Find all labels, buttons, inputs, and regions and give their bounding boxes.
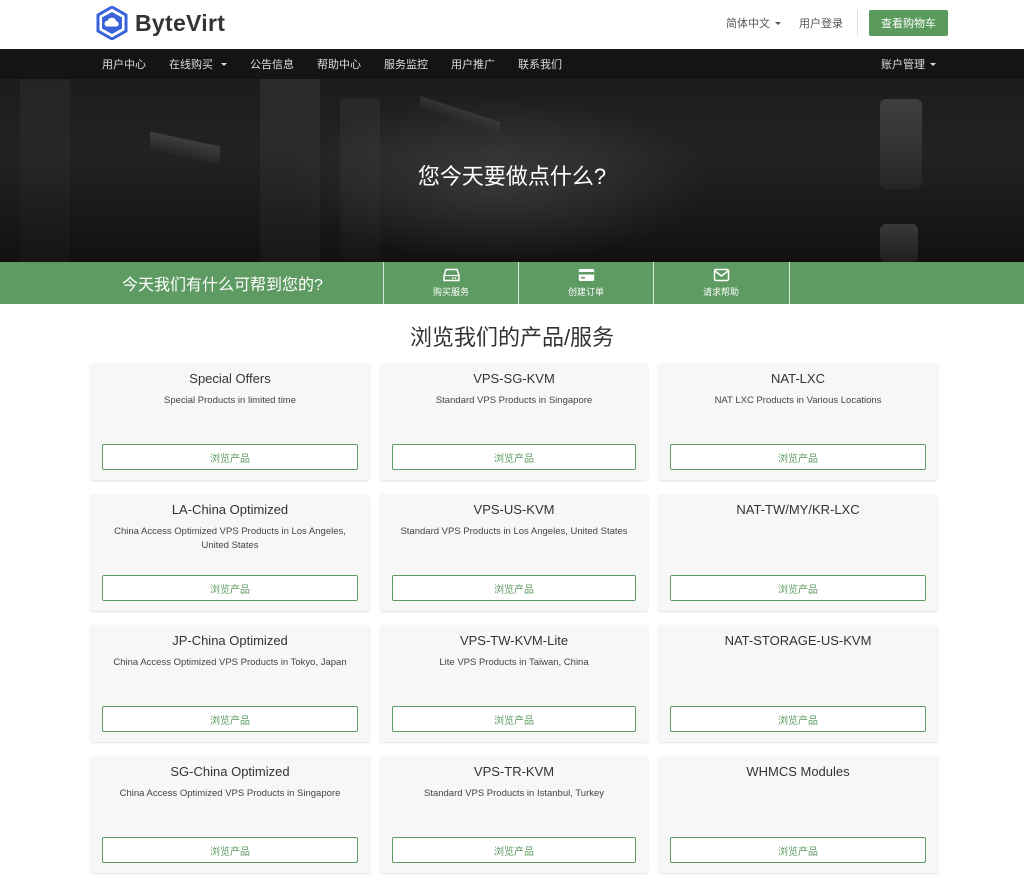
browse-products-button[interactable]: 浏览产品 — [102, 575, 358, 601]
product-title: VPS-TW-KVM-Lite — [459, 633, 569, 648]
browse-products-button[interactable]: 浏览产品 — [392, 444, 636, 470]
hero-banner: 您今天要做点什么? — [0, 79, 1024, 262]
product-card: JP-China Optimized China Access Optimized… — [90, 625, 370, 742]
product-title: LA-China Optimized — [171, 502, 289, 517]
nav-items: 用户中心 在线购买 公告信息 帮助中心 服务监控 用户推广 联系我们 — [102, 49, 585, 79]
product-title: JP-China Optimized — [172, 633, 288, 648]
browse-products-button[interactable]: 浏览产品 — [670, 837, 926, 863]
caret-down-icon — [930, 62, 936, 66]
top-header: ByteVirt 简体中文 用户登录 查看购物车 — [0, 0, 1024, 49]
product-description: China Access Optimized VPS Products in L… — [114, 526, 346, 551]
hero-decoration — [880, 224, 918, 262]
help-bar: 今天我们有什么可帮到您的? 购买服务 创建订单 请求帮助 — [0, 262, 1024, 304]
product-title: Special Offers — [189, 371, 271, 386]
product-title: NAT-TW/MY/KR-LXC — [736, 502, 860, 517]
product-description: China Access Optimized VPS Products in T… — [113, 657, 347, 668]
logo-hexagon-icon — [96, 6, 128, 40]
view-cart-button[interactable]: 查看购物车 — [869, 10, 948, 36]
product-card: NAT-TW/MY/KR-LXC 浏览产品 — [658, 494, 938, 611]
nav-item-label: 帮助中心 — [317, 59, 361, 71]
nav-item[interactable]: 帮助中心 — [317, 56, 361, 72]
product-card: LA-China Optimized China Access Optimized… — [90, 494, 370, 611]
nav-item[interactable]: 公告信息 — [250, 56, 294, 72]
product-description: Special Products in limited time — [164, 395, 296, 406]
product-description: Standard VPS Products in Los Angeles, Un… — [400, 526, 628, 537]
top-links: 简体中文 用户登录 查看购物车 — [708, 10, 948, 36]
divider — [857, 10, 858, 36]
buy-service-button[interactable]: 购买服务 — [383, 262, 518, 304]
help-bar-text: 今天我们有什么可帮到您的? — [122, 277, 323, 294]
browse-products-button[interactable]: 浏览产品 — [670, 706, 926, 732]
product-card: VPS-TR-KVM Standard VPS Products in Istan… — [380, 756, 648, 873]
credit-card-icon — [578, 269, 594, 281]
request-help-button[interactable]: 请求帮助 — [653, 262, 788, 304]
browse-products-button[interactable]: 浏览产品 — [670, 575, 926, 601]
nav-item[interactable]: 联系我们 — [518, 56, 562, 72]
account-menu-label: 账户管理 — [881, 59, 925, 71]
request-help-label: 请求帮助 — [702, 287, 739, 297]
product-title: NAT-LXC — [771, 371, 825, 386]
nav-item-label: 联系我们 — [518, 59, 562, 71]
hero-decoration — [420, 96, 500, 134]
divider — [789, 262, 790, 304]
product-card: NAT-LXC NAT LXC Products in Various Locat… — [658, 363, 938, 480]
product-card: Special Offers Special Products in limite… — [90, 363, 370, 480]
nav-item[interactable]: 服务监控 — [384, 56, 428, 72]
create-order-button[interactable]: 创建订单 — [518, 262, 653, 304]
nav-item[interactable]: 用户中心 — [102, 56, 146, 72]
caret-down-icon — [221, 62, 227, 66]
language-selector[interactable]: 简体中文 — [726, 15, 781, 31]
product-card: WHMCS Modules 浏览产品 — [658, 756, 938, 873]
product-description: NAT LXC Products in Various Locations — [714, 395, 882, 406]
login-link[interactable]: 用户登录 — [799, 15, 843, 31]
browse-products-button[interactable]: 浏览产品 — [102, 706, 358, 732]
nav-item[interactable]: 用户推广 — [451, 56, 495, 72]
create-order-label: 创建订单 — [567, 287, 604, 297]
product-card: VPS-SG-KVM Standard VPS Products in Singa… — [380, 363, 648, 480]
caret-down-icon — [775, 21, 781, 25]
nav-item-label: 用户推广 — [451, 59, 495, 71]
product-card: SG-China Optimized China Access Optimized… — [90, 756, 370, 873]
browse-products-button[interactable]: 浏览产品 — [392, 706, 636, 732]
browse-products-button[interactable]: 浏览产品 — [670, 444, 926, 470]
nav-item[interactable]: 在线购买 — [169, 56, 227, 72]
product-title: VPS-SG-KVM — [473, 371, 555, 386]
nav-item-label: 在线购买 — [169, 59, 213, 71]
product-title: NAT-STORAGE-US-KVM — [724, 633, 872, 648]
language-label: 简体中文 — [726, 18, 770, 30]
envelope-icon — [713, 268, 729, 282]
main-navbar: 用户中心 在线购买 公告信息 帮助中心 服务监控 用户推广 联系我们 账户管理 — [0, 49, 1024, 79]
product-description: Standard VPS Products in Istanbul, Turke… — [423, 788, 605, 799]
product-title: WHMCS Modules — [746, 764, 850, 779]
nav-item-label: 公告信息 — [250, 59, 294, 71]
product-title: SG-China Optimized — [170, 764, 290, 779]
nav-item-label: 用户中心 — [102, 59, 146, 71]
browse-products-button[interactable]: 浏览产品 — [392, 837, 636, 863]
product-description: Standard VPS Products in Singapore — [435, 395, 593, 406]
product-card: VPS-US-KVM Standard VPS Products in Los A… — [380, 494, 648, 611]
product-card: NAT-STORAGE-US-KVM 浏览产品 — [658, 625, 938, 742]
nav-item-label: 服务监控 — [384, 59, 428, 71]
account-menu[interactable]: 账户管理 — [881, 49, 936, 79]
product-title: VPS-US-KVM — [473, 502, 555, 517]
hero-title: 您今天要做点什么? — [417, 164, 607, 189]
server-icon — [442, 268, 460, 282]
browse-products-button[interactable]: 浏览产品 — [392, 575, 636, 601]
product-description: Lite VPS Products in Taiwan, China — [439, 657, 589, 668]
product-description: China Access Optimized VPS Products in S… — [119, 788, 341, 799]
browse-products-button[interactable]: 浏览产品 — [102, 444, 358, 470]
section-title: 浏览我们的产品/服务 — [409, 325, 615, 350]
brand-name: ByteVirt — [135, 9, 226, 36]
buy-service-label: 购买服务 — [432, 287, 469, 297]
browse-products-button[interactable]: 浏览产品 — [102, 837, 358, 863]
product-card: VPS-TW-KVM-Lite Lite VPS Products in Taiw… — [380, 625, 648, 742]
brand-logo[interactable]: ByteVirt — [96, 6, 225, 40]
product-grid: Special Offers Special Products in limite… — [90, 363, 948, 873]
product-title: VPS-TR-KVM — [473, 764, 555, 779]
